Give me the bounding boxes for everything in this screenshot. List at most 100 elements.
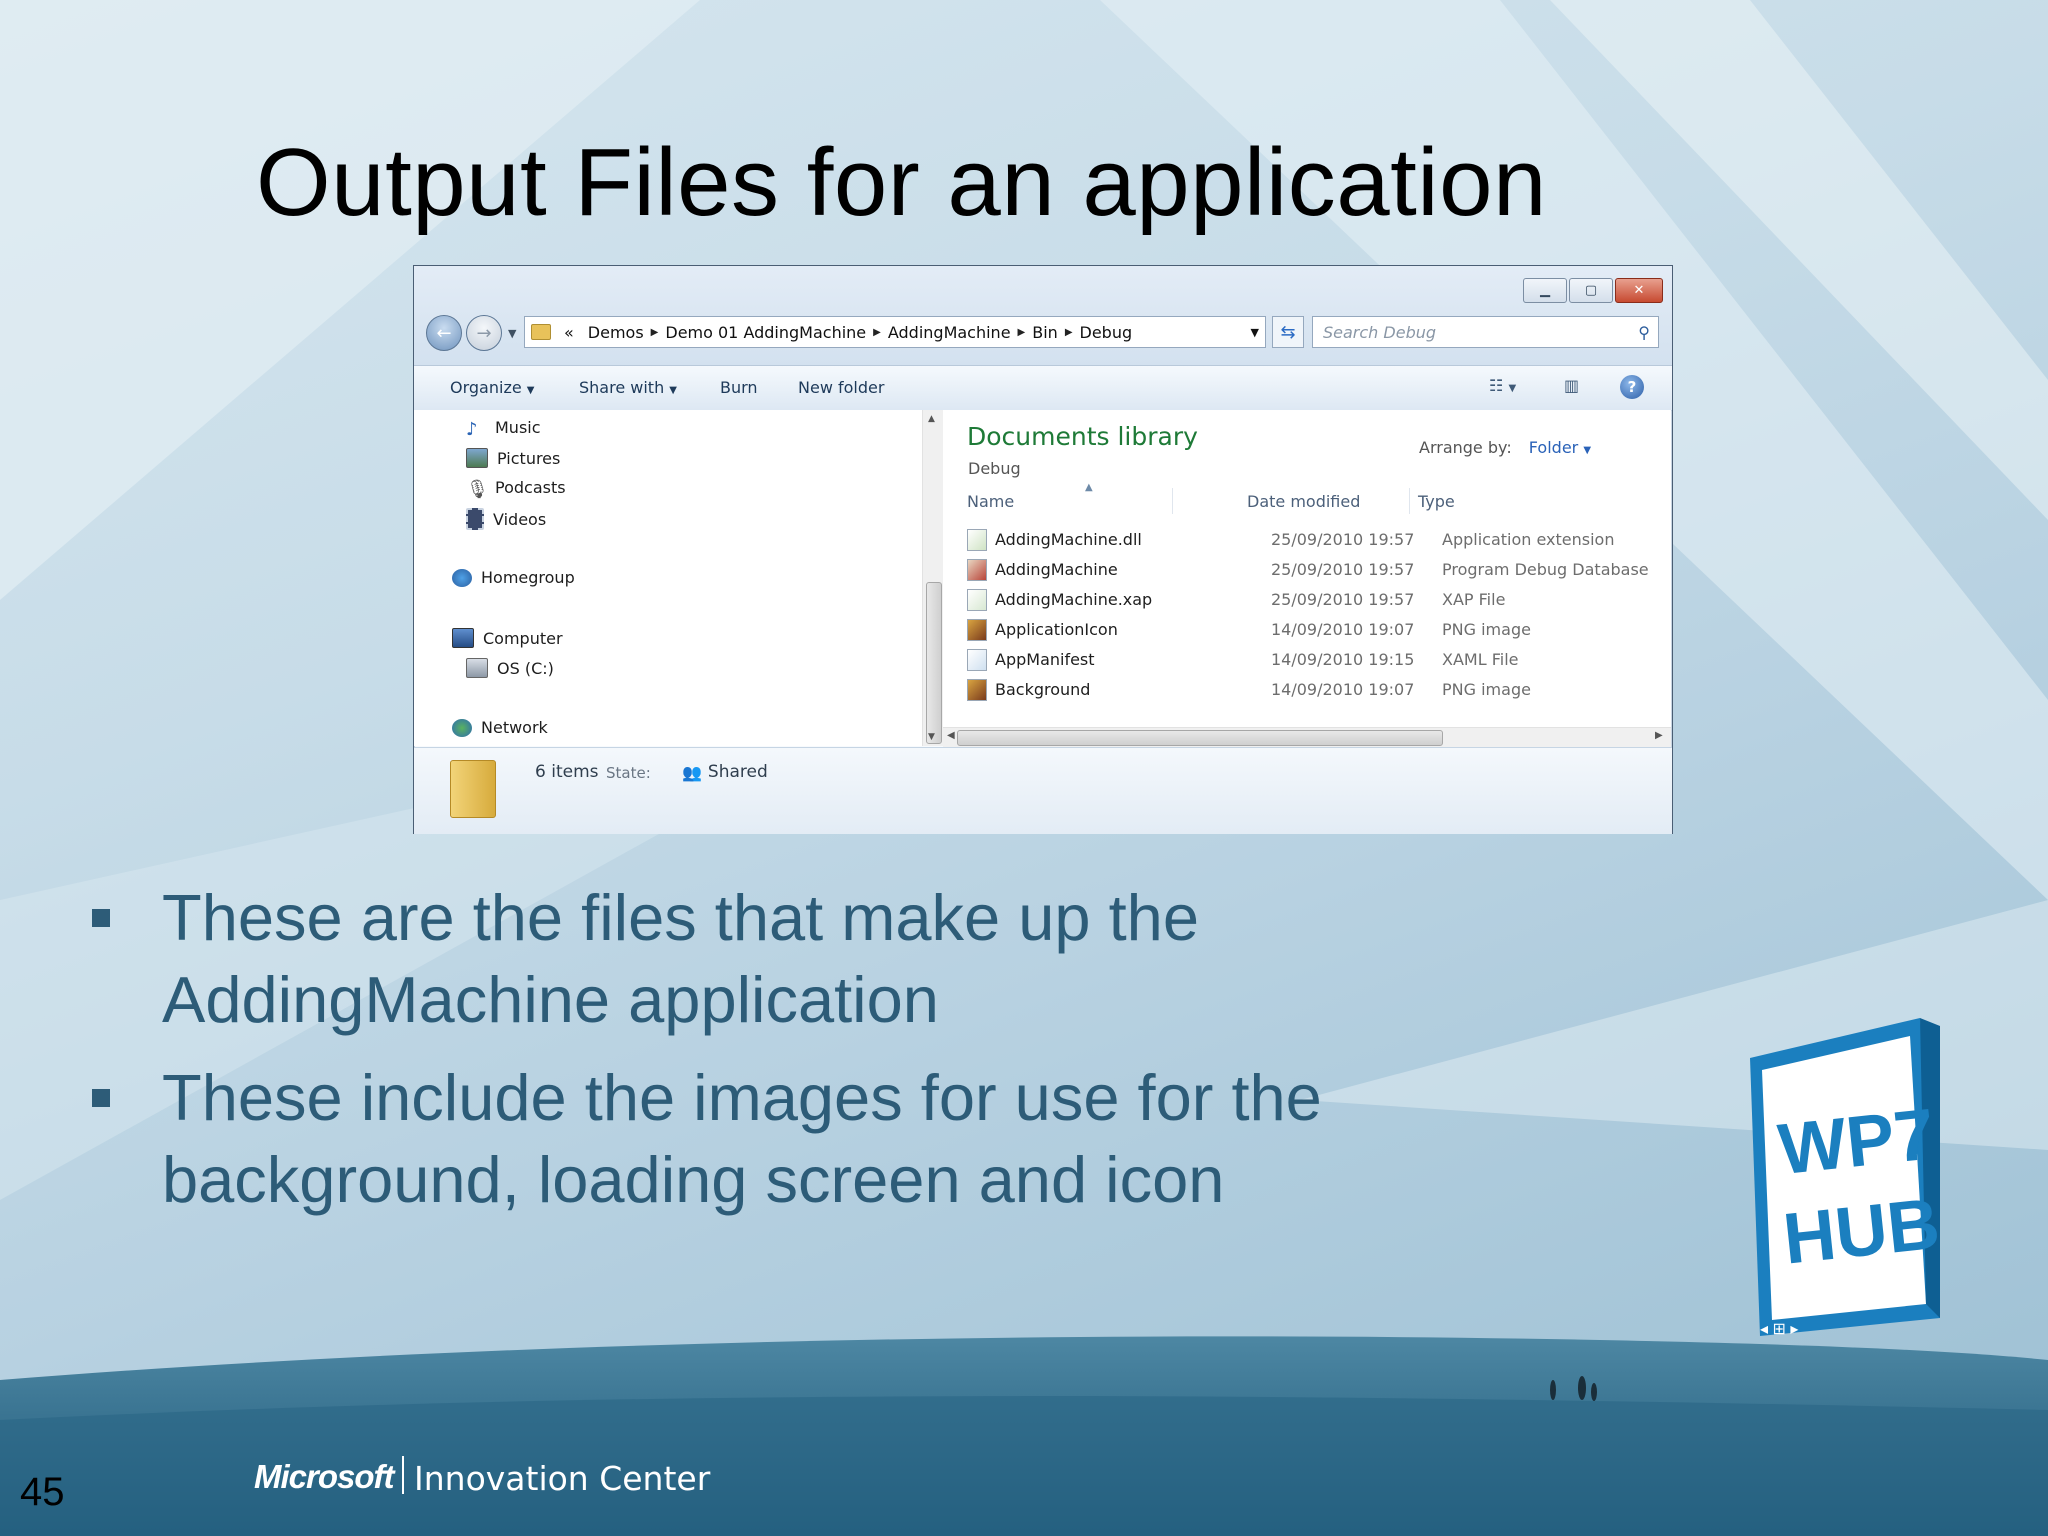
- file-date: 14/09/2010 19:15: [1271, 650, 1415, 669]
- arrange-by-label: Arrange by:: [1419, 438, 1512, 457]
- close-button[interactable]: ✕: [1615, 278, 1663, 303]
- arrange-by-value: Folder: [1528, 438, 1579, 457]
- chevron-right-icon[interactable]: ▶: [1018, 327, 1026, 338]
- state-label: State:: [606, 764, 651, 782]
- nav-item-computer[interactable]: Computer: [452, 628, 563, 648]
- column-header-name[interactable]: Name: [967, 492, 1014, 511]
- burn-button[interactable]: Burn: [720, 378, 758, 397]
- search-icon[interactable]: ⚲: [1638, 323, 1650, 342]
- nav-item-homegroup[interactable]: Homegroup: [452, 568, 575, 587]
- bullet-text: These include the images for use for the…: [162, 1057, 1462, 1221]
- bullet-line: These are the files that make up the: [162, 881, 1199, 954]
- chevron-right-icon[interactable]: ▶: [873, 327, 881, 338]
- organize-menu[interactable]: Organize ▼: [450, 378, 534, 397]
- table-row[interactable]: Background 14/09/2010 19:07 PNG image: [967, 676, 1667, 704]
- nav-item-videos[interactable]: Videos: [466, 508, 546, 530]
- nav-buttons: ← → ▼: [426, 315, 516, 351]
- back-button[interactable]: ←: [426, 315, 462, 351]
- column-divider[interactable]: [1172, 488, 1173, 514]
- nav-item-podcasts[interactable]: 🎙 Podcasts: [466, 478, 566, 500]
- preview-pane-icon[interactable]: ▥: [1564, 376, 1579, 395]
- file-type: PNG image: [1442, 620, 1531, 639]
- library-title: Documents library: [967, 422, 1198, 451]
- command-bar: Organize ▼ Share with ▼ Burn New folder …: [414, 365, 1672, 411]
- footer-divider: [402, 1456, 404, 1494]
- view-options-icon[interactable]: ☷ ▼: [1489, 376, 1516, 395]
- search-placeholder: Search Debug: [1323, 322, 1437, 342]
- explorer-window: ▁ ▢ ✕ ← → ▼ « Demos ▶ Demo 01 AddingMach…: [413, 265, 1673, 834]
- file-type: XAP File: [1442, 590, 1506, 609]
- file-name: AddingMachine.dll: [995, 530, 1142, 549]
- table-row[interactable]: AppManifest 14/09/2010 19:15 XAML File: [967, 646, 1667, 674]
- music-icon: ♪: [466, 418, 478, 440]
- bullet-line: background, loading screen and icon: [162, 1143, 1225, 1216]
- scroll-down-icon[interactable]: ▼: [928, 732, 935, 742]
- scroll-right-icon[interactable]: ▶: [1655, 730, 1663, 741]
- arrange-by-dropdown[interactable]: Folder ▼: [1529, 438, 1591, 457]
- recent-pages-dropdown-icon[interactable]: ▼: [508, 327, 516, 340]
- item-count: 6 items: [535, 762, 599, 782]
- address-bar[interactable]: « Demos ▶ Demo 01 AddingMachine ▶ Adding…: [524, 316, 1266, 348]
- nav-label: Videos: [493, 509, 547, 529]
- breadcrumb-overflow[interactable]: «: [564, 323, 574, 342]
- breadcrumb-bin[interactable]: Bin: [1032, 323, 1058, 342]
- search-input[interactable]: Search Debug ⚲: [1312, 316, 1659, 348]
- page-number: 45: [20, 1470, 65, 1514]
- bullet-marker: [92, 909, 110, 927]
- chevron-down-icon: ▼: [526, 385, 535, 396]
- minimize-button[interactable]: ▁: [1523, 278, 1567, 303]
- column-divider[interactable]: [1409, 488, 1410, 514]
- table-row[interactable]: AddingMachine 25/09/2010 19:57 Program D…: [967, 556, 1667, 584]
- column-header-type[interactable]: Type: [1418, 492, 1455, 511]
- breadcrumb-demos[interactable]: Demos: [588, 323, 644, 342]
- nav-item-network[interactable]: Network: [452, 718, 548, 737]
- file-list-horizontal-scrollbar[interactable]: ◀ ▶: [943, 727, 1671, 747]
- column-header-date[interactable]: Date modified: [1247, 492, 1360, 511]
- scroll-up-icon[interactable]: ▲: [928, 414, 935, 424]
- table-row[interactable]: ApplicationIcon 14/09/2010 19:07 PNG ima…: [967, 616, 1667, 644]
- forward-button[interactable]: →: [466, 315, 502, 351]
- help-icon[interactable]: ?: [1620, 375, 1644, 399]
- nav-label: Music: [495, 418, 541, 437]
- file-date: 14/09/2010 19:07: [1271, 620, 1415, 639]
- chevron-down-icon[interactable]: ▼: [1251, 326, 1259, 339]
- png-file-icon: [967, 679, 987, 701]
- library-subtitle: Debug: [968, 459, 1021, 478]
- nav-item-os-c[interactable]: OS (C:): [466, 658, 554, 678]
- png-file-icon: [967, 619, 987, 641]
- video-icon: [466, 508, 484, 530]
- breadcrumb-demo01[interactable]: Demo 01 AddingMachine: [665, 323, 866, 342]
- file-type: PNG image: [1442, 680, 1531, 699]
- file-name: AddingMachine: [995, 560, 1118, 579]
- shared-users-icon: 👥: [682, 762, 702, 782]
- chevron-right-icon[interactable]: ▶: [651, 327, 659, 338]
- file-list-pane: Documents library Debug Arrange by: Fold…: [943, 410, 1671, 746]
- share-with-menu[interactable]: Share with ▼: [579, 378, 677, 397]
- podcast-icon: 🎙: [466, 478, 489, 500]
- nav-item-pictures[interactable]: Pictures: [466, 448, 560, 468]
- nav-label: Pictures: [497, 448, 561, 468]
- microsoft-logo: Microsoft: [254, 1458, 394, 1495]
- share-with-label: Share with: [579, 378, 665, 397]
- nav-pane-scrollbar[interactable]: ▲ ▼: [922, 410, 943, 746]
- breadcrumb-debug[interactable]: Debug: [1080, 323, 1133, 342]
- breadcrumb-addingmachine[interactable]: AddingMachine: [888, 323, 1011, 342]
- new-folder-button[interactable]: New folder: [798, 378, 884, 397]
- nav-item-music[interactable]: ♪ Music: [466, 418, 541, 440]
- slide-title: Output Files for an application: [256, 129, 1547, 236]
- table-row[interactable]: AddingMachine.dll 25/09/2010 19:57 Appli…: [967, 526, 1667, 554]
- nav-label: OS (C:): [497, 658, 554, 678]
- scroll-left-icon[interactable]: ◀: [947, 730, 955, 741]
- maximize-button[interactable]: ▢: [1569, 278, 1613, 303]
- file-date: 25/09/2010 19:57: [1271, 560, 1415, 579]
- pdb-file-icon: [967, 559, 987, 581]
- folder-icon: [531, 324, 551, 340]
- refresh-button[interactable]: ⇆: [1272, 316, 1304, 348]
- dll-file-icon: [967, 529, 987, 551]
- scrollbar-thumb[interactable]: [957, 730, 1443, 746]
- scrollbar-thumb[interactable]: [926, 582, 942, 744]
- table-row[interactable]: AddingMachine.xap 25/09/2010 19:57 XAP F…: [967, 586, 1667, 614]
- computer-icon: [452, 628, 474, 648]
- footer-innovation-center: Innovation Center: [414, 1459, 711, 1498]
- chevron-right-icon[interactable]: ▶: [1065, 327, 1073, 338]
